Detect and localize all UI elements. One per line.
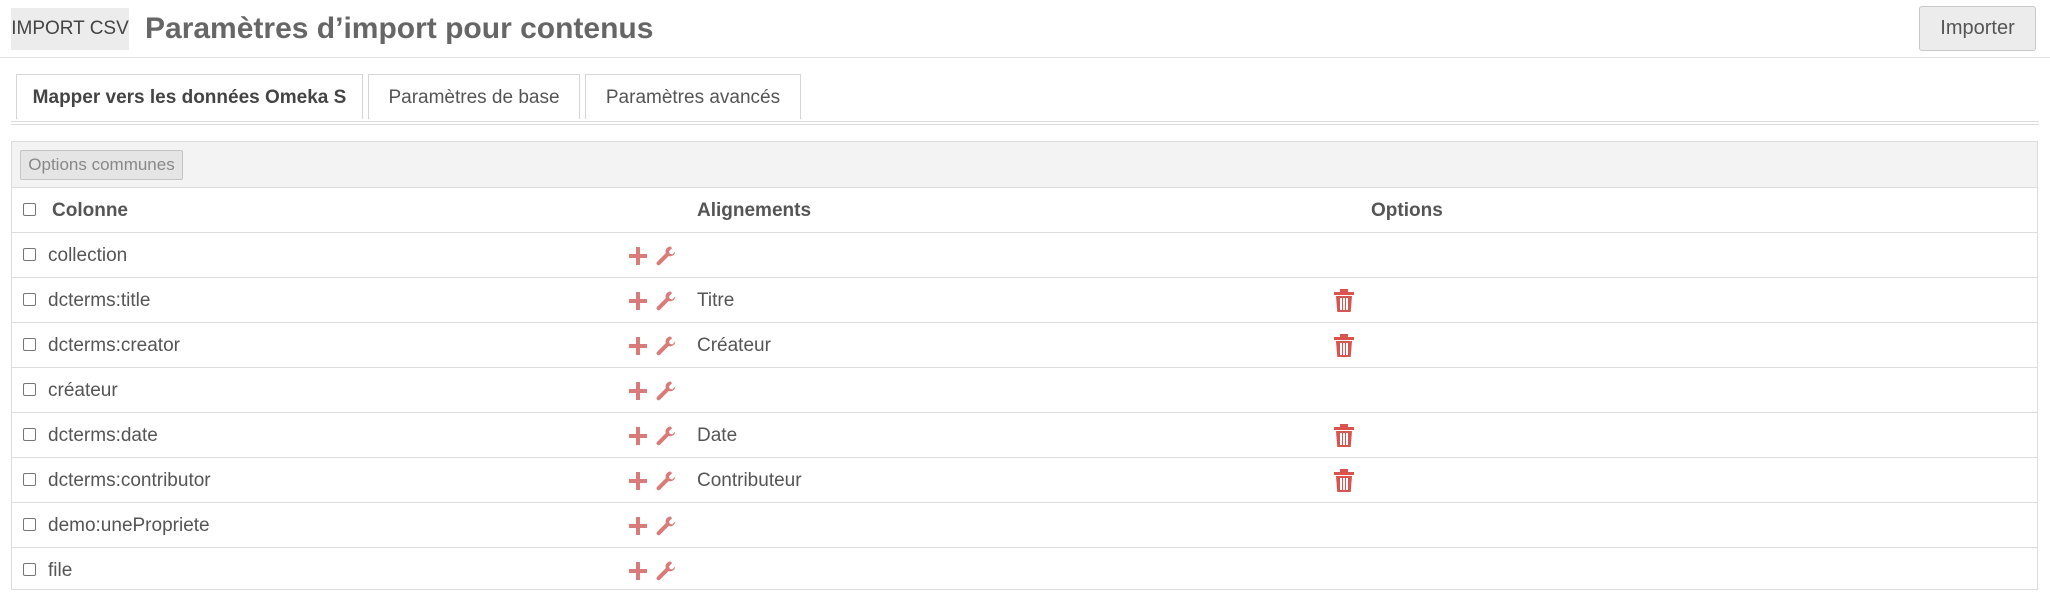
column-header-name: Colonne [52, 200, 128, 221]
select-all-checkbox[interactable] [23, 203, 36, 216]
plus-icon[interactable] [627, 425, 649, 447]
tab-mapping[interactable]: Mapper vers les données Omeka S [16, 74, 363, 119]
row-checkbox[interactable] [23, 518, 36, 531]
row-checkbox[interactable] [23, 248, 36, 261]
wrench-icon[interactable] [655, 560, 677, 582]
mapping-label: Date [697, 425, 738, 446]
column-name: collection [48, 245, 128, 266]
table-row: dcterms:date Date [12, 413, 2037, 458]
table-header: Colonne Alignements Options [12, 188, 2037, 233]
trash-icon[interactable] [1333, 289, 1355, 313]
row-checkbox[interactable] [23, 338, 36, 351]
wrench-icon[interactable] [655, 515, 677, 537]
table-row: collection [12, 233, 2037, 278]
wrench-icon[interactable] [655, 470, 677, 492]
row-checkbox[interactable] [23, 428, 36, 441]
plus-icon[interactable] [627, 470, 649, 492]
column-header-options: Options [1371, 200, 1443, 221]
column-name: dcterms:date [48, 425, 158, 446]
import-button[interactable]: Importer [1919, 6, 2036, 51]
plus-icon[interactable] [627, 290, 649, 312]
tab-basic-settings[interactable]: Paramètres de base [368, 74, 580, 119]
table-row: dcterms:contributor Contributeur [12, 458, 2037, 503]
column-name: dcterms:creator [48, 335, 180, 356]
table-row: dcterms:creator Créateur [12, 323, 2037, 368]
wrench-icon[interactable] [655, 380, 677, 402]
mapping-panel: Options communes Colonne Alignements Opt… [11, 141, 2038, 590]
panel-toolbar: Options communes [12, 142, 2037, 188]
plus-icon[interactable] [627, 335, 649, 357]
column-name: créateur [48, 380, 118, 401]
wrench-icon[interactable] [655, 245, 677, 267]
plus-icon[interactable] [627, 380, 649, 402]
column-header-mappings: Alignements [697, 200, 812, 221]
column-name: file [48, 560, 73, 581]
page-title: Paramètres d’import pour contenus [145, 12, 654, 45]
mapping-label: Créateur [697, 335, 771, 356]
mapping-label: Titre [697, 290, 735, 311]
trash-icon[interactable] [1333, 424, 1355, 448]
mapping-label: Contributeur [697, 470, 802, 491]
wrench-icon[interactable] [655, 290, 677, 312]
row-checkbox[interactable] [23, 383, 36, 396]
plus-icon[interactable] [627, 245, 649, 267]
plus-icon[interactable] [627, 560, 649, 582]
wrench-icon[interactable] [655, 425, 677, 447]
table-row: file [12, 548, 2037, 593]
table-row: dcterms:title Titre [12, 278, 2037, 323]
column-name: dcterms:title [48, 290, 151, 311]
common-options-button[interactable]: Options communes [20, 150, 183, 180]
row-checkbox[interactable] [23, 473, 36, 486]
row-checkbox[interactable] [23, 293, 36, 306]
trash-icon[interactable] [1333, 469, 1355, 493]
tab-advanced-settings[interactable]: Paramètres avancés [585, 74, 801, 119]
table-row: créateur [12, 368, 2037, 413]
page-header: IMPORT CSV Paramètres d’import pour cont… [0, 0, 2050, 58]
table-row: demo:unePropriete [12, 503, 2037, 548]
column-name: dcterms:contributor [48, 470, 211, 491]
module-badge: IMPORT CSV [11, 8, 129, 50]
tab-bar: Mapper vers les données Omeka S Paramètr… [0, 74, 2050, 125]
row-checkbox[interactable] [23, 563, 36, 576]
trash-icon[interactable] [1333, 334, 1355, 358]
wrench-icon[interactable] [655, 335, 677, 357]
plus-icon[interactable] [627, 515, 649, 537]
column-name: demo:unePropriete [48, 515, 210, 536]
